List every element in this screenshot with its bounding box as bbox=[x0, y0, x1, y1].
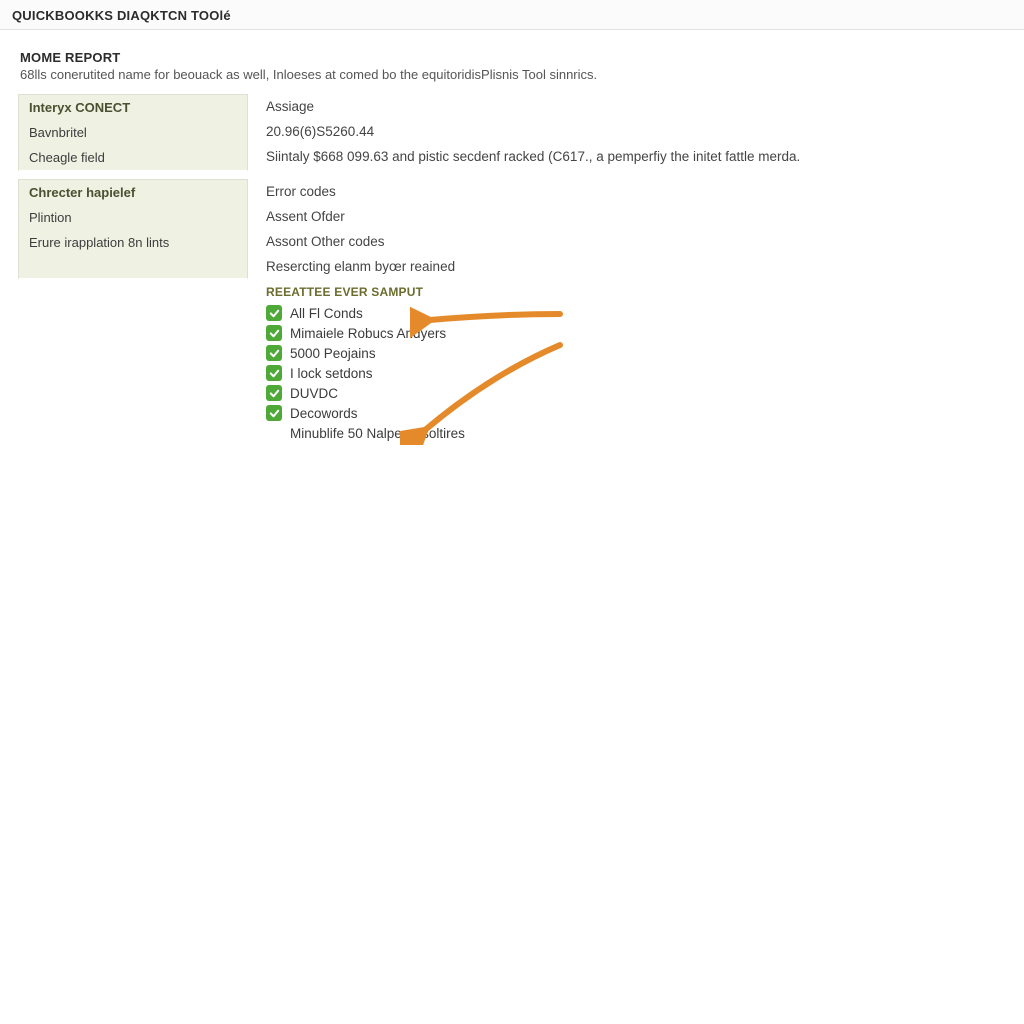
block2-row2-label: Erure irapplation 8n lints bbox=[19, 230, 247, 255]
checklist-item[interactable]: Decowords bbox=[266, 403, 1006, 423]
window-title-text: QUICKBOOKKS DIAQKTCN TOOlé bbox=[12, 8, 231, 23]
block1-row2-value: Siintaly $668 099.63 and pistic secdenf … bbox=[266, 144, 1006, 169]
block1-row2-label: Cheagle field bbox=[19, 145, 247, 170]
checkbox-checked-icon bbox=[266, 345, 282, 361]
checkbox-unchecked-icon bbox=[266, 425, 282, 441]
block2-row3-value: Resercting elanm byœr reained bbox=[266, 254, 1006, 279]
info-table-2-values: Error codes Assent Ofder Assont Other co… bbox=[266, 179, 1006, 279]
checklist: All Fl Conds Mimaiele Robucs Andyers 500… bbox=[266, 303, 1006, 443]
checkbox-checked-icon bbox=[266, 385, 282, 401]
checklist-item[interactable]: I lock setdons bbox=[266, 363, 1006, 383]
checklist-item-label: I lock setdons bbox=[290, 366, 373, 381]
report-subtitle: 68lls conerutited name for beouack as we… bbox=[20, 67, 1006, 82]
info-table-1-labels: Interyx CONECT Bavnbritel Cheagle field bbox=[18, 94, 248, 171]
checkbox-checked-icon bbox=[266, 325, 282, 341]
checklist-item[interactable]: 5000 Peojains bbox=[266, 343, 1006, 363]
checklist-item-label: All Fl Conds bbox=[290, 306, 363, 321]
block1-header-value: Assiage bbox=[266, 94, 1006, 119]
block1-header-label: Interyx CONECT bbox=[19, 94, 247, 120]
block2-row1-label: Plintion bbox=[19, 205, 247, 230]
checklist-item[interactable]: All Fl Conds bbox=[266, 303, 1006, 323]
window-title: QUICKBOOKKS DIAQKTCN TOOlé bbox=[0, 0, 1024, 30]
checklist-section: REEATTEE EVER SAMPUT All Fl Conds Mimaie… bbox=[266, 285, 1006, 443]
block2-header-value: Error codes bbox=[266, 179, 1006, 204]
checklist-title: REEATTEE EVER SAMPUT bbox=[266, 285, 1006, 299]
checklist-item-label: 5000 Peojains bbox=[290, 346, 376, 361]
checklist-item-label: Decowords bbox=[290, 406, 358, 421]
info-table-2-labels: Chrecter hapielef Plintion Erure irappla… bbox=[18, 179, 248, 279]
block1-row1-label: Bavnbritel bbox=[19, 120, 247, 145]
checklist-item[interactable]: Mimaiele Robucs Andyers bbox=[266, 323, 1006, 343]
info-table-1: Interyx CONECT Bavnbritel Cheagle field … bbox=[18, 94, 1006, 171]
block1-row1-value: 20.96(6)S5260.44 bbox=[266, 119, 1006, 144]
checklist-item[interactable]: DUVDC bbox=[266, 383, 1006, 403]
checklist-item-label: DUVDC bbox=[290, 386, 338, 401]
info-table-2: Chrecter hapielef Plintion Erure irappla… bbox=[18, 179, 1006, 279]
checklist-item[interactable]: Minublife 50 Nalper resoltires bbox=[266, 423, 1006, 443]
block2-row1-value: Assent Ofder bbox=[266, 204, 1006, 229]
block2-header-label: Chrecter hapielef bbox=[19, 179, 247, 205]
checklist-item-label: Minublife 50 Nalper resoltires bbox=[290, 426, 465, 441]
block2-row2-value: Assont Other codes bbox=[266, 229, 1006, 254]
info-table-1-values: Assiage 20.96(6)S5260.44 Siintaly $668 0… bbox=[266, 94, 1006, 171]
content-area: MOME REPORT 68lls conerutited name for b… bbox=[0, 30, 1024, 443]
report-title: MOME REPORT bbox=[20, 50, 1006, 65]
checkbox-checked-icon bbox=[266, 305, 282, 321]
checkbox-checked-icon bbox=[266, 405, 282, 421]
checkbox-checked-icon bbox=[266, 365, 282, 381]
app-root: QUICKBOOKKS DIAQKTCN TOOlé MOME REPORT 6… bbox=[0, 0, 1024, 1024]
checklist-item-label: Mimaiele Robucs Andyers bbox=[290, 326, 446, 341]
